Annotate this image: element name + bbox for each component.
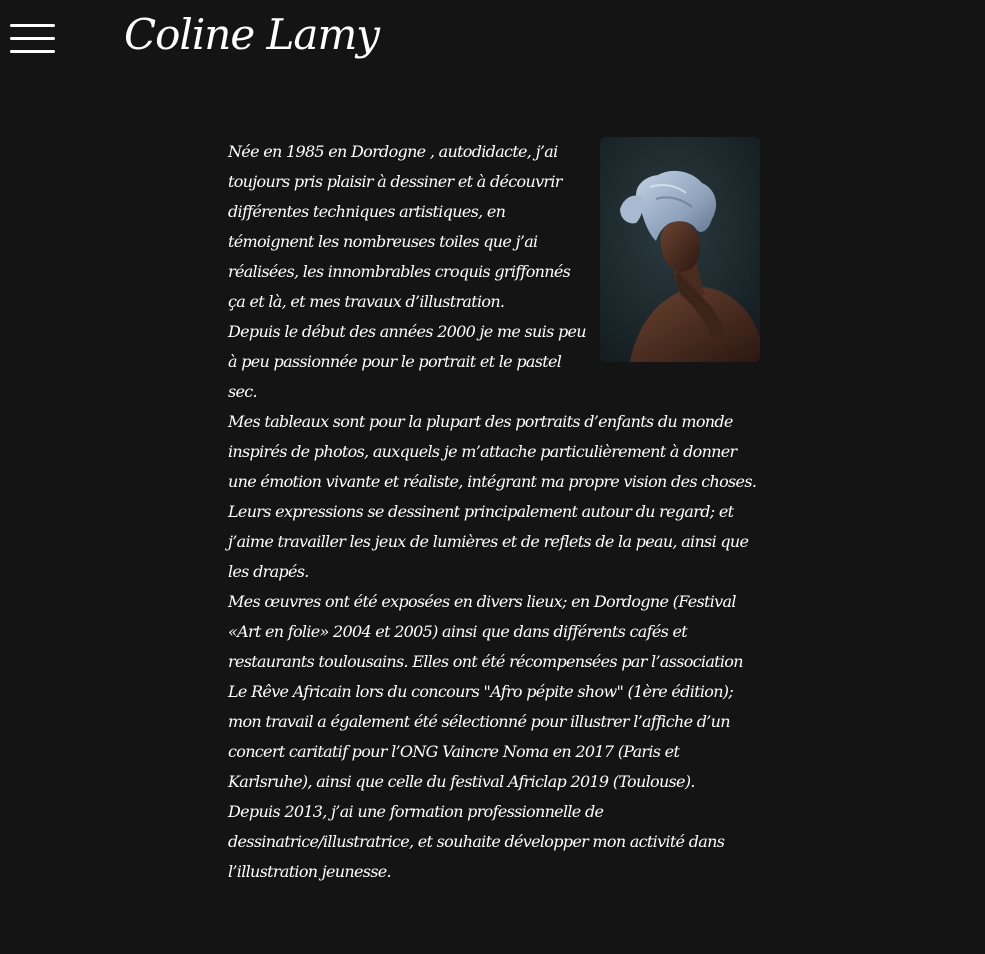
bio-paragraph: Depuis 2013, j’ai une formation professi… [228, 802, 725, 881]
hamburger-menu-icon[interactable] [10, 24, 56, 54]
bio-paragraph: Mes œuvres ont été exposées en divers li… [228, 592, 744, 791]
site-title[interactable]: Coline Lamy [124, 10, 380, 59]
menu-bar-bottom [10, 50, 55, 53]
bio-paragraph: Mes tableaux sont pour la plupart des po… [228, 412, 757, 581]
menu-bar-middle [10, 37, 55, 40]
menu-bar-top [10, 24, 55, 27]
bio-section: Née en 1985 en Dordogne , autodidacte, j… [228, 137, 760, 887]
portrait-image [600, 137, 760, 362]
